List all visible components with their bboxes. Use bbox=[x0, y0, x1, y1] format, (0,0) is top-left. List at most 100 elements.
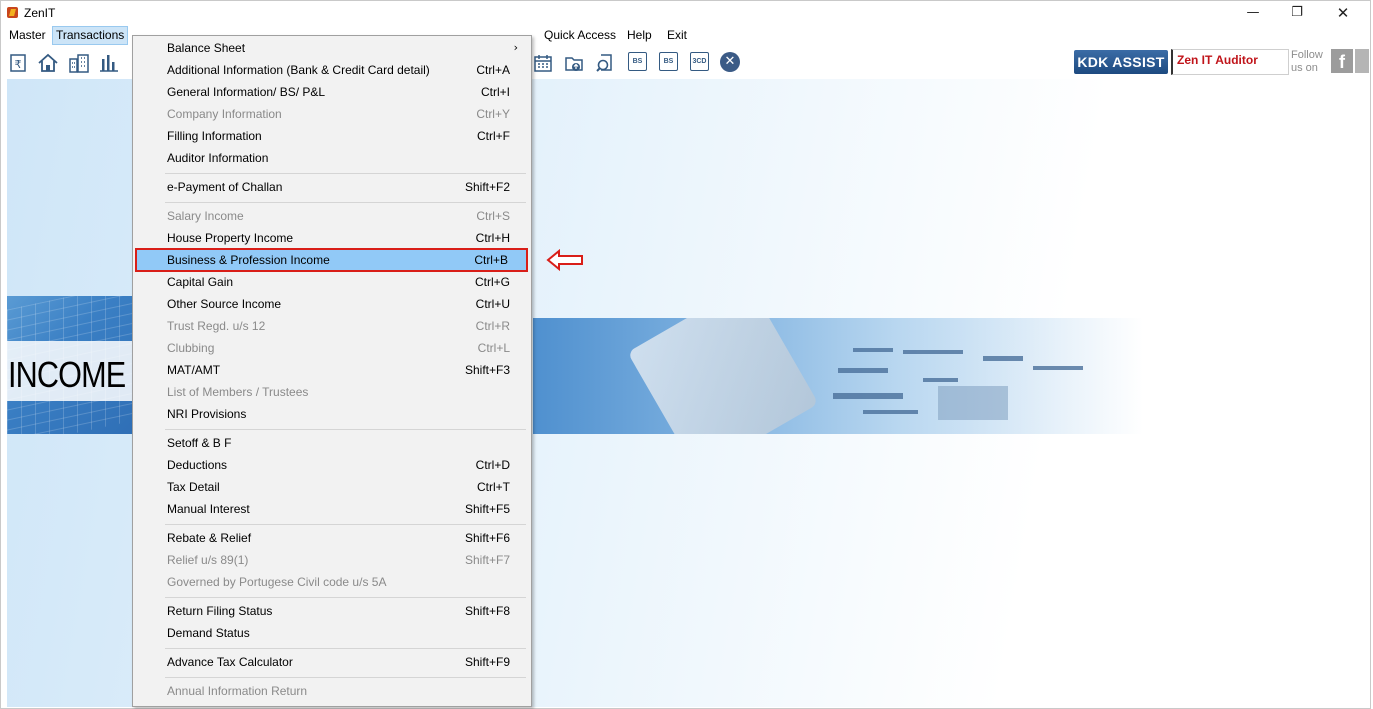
menu-item-rebate-relief[interactable]: Rebate & Relief Shift+F6 bbox=[135, 527, 528, 549]
menu-item-manual-interest[interactable]: Manual Interest Shift+F5 bbox=[135, 498, 528, 520]
form-3cd-icon[interactable]: 3CD bbox=[690, 52, 709, 71]
auditor-field[interactable]: Zen IT Auditor bbox=[1171, 49, 1289, 75]
banner-tax-image bbox=[533, 318, 1143, 434]
menu-item-label: Capital Gain bbox=[167, 275, 234, 289]
menu-item-label: Company Information bbox=[167, 107, 282, 121]
kdk-assist-button[interactable]: KDK ASSIST bbox=[1074, 50, 1168, 74]
menu-item-return-filing-status[interactable]: Return Filing Status Shift+F8 bbox=[135, 600, 528, 622]
menu-item-setoff-bf[interactable]: Setoff & B F bbox=[135, 432, 528, 454]
menu-item-shortcut: Ctrl+A bbox=[476, 63, 510, 77]
menu-item-deductions[interactable]: Deductions Ctrl+D bbox=[135, 454, 528, 476]
menu-item-label: Salary Income bbox=[167, 209, 244, 223]
app-window: ZenIT — ❐ ✕ Master Transactions Quick Ac… bbox=[0, 0, 1371, 709]
minimize-icon[interactable]: — bbox=[1230, 1, 1276, 25]
menu-item-additional-information[interactable]: Additional Information (Bank & Credit Ca… bbox=[135, 59, 528, 81]
menu-item-label: Manual Interest bbox=[167, 502, 250, 516]
menu-item-portugese-civil-code: Governed by Portugese Civil code u/s 5A bbox=[135, 571, 528, 593]
menu-item-label: Relief u/s 89(1) bbox=[167, 553, 249, 567]
bs-icon[interactable]: BS bbox=[628, 52, 647, 71]
follow-line-1: Follow bbox=[1291, 49, 1323, 61]
follow-line-2: us on bbox=[1291, 62, 1318, 74]
menu-item-label: NRI Provisions bbox=[167, 407, 247, 421]
menu-item-shortcut: Shift+F5 bbox=[464, 502, 510, 516]
menu-item-business-profession-income[interactable]: Business & Profession Income Ctrl+B bbox=[135, 248, 528, 272]
menu-item-label: Balance Sheet bbox=[167, 41, 246, 55]
menu-item-label: Auditor Information bbox=[167, 151, 269, 165]
menu-item-shortcut: Ctrl+F bbox=[477, 129, 510, 143]
menu-item-shortcut: Shift+F7 bbox=[464, 553, 510, 567]
menu-item-shortcut: Shift+F2 bbox=[464, 180, 510, 194]
menu-transactions[interactable]: Transactions bbox=[52, 26, 129, 45]
menu-item-label: Trust Regd. u/s 12 bbox=[167, 319, 266, 333]
menu-item-other-source-income[interactable]: Other Source Income Ctrl+U bbox=[135, 293, 528, 315]
menu-item-shortcut: Ctrl+L bbox=[477, 341, 510, 355]
menu-item-label: Governed by Portugese Civil code u/s 5A bbox=[167, 575, 387, 589]
menu-item-label: Return Filing Status bbox=[167, 604, 273, 618]
bs-schedule-icon[interactable]: BS bbox=[659, 52, 678, 71]
close-icon[interactable]: ✕ bbox=[1320, 1, 1366, 25]
menu-separator bbox=[165, 173, 526, 174]
menu-item-clubbing: Clubbing Ctrl+L bbox=[135, 337, 528, 359]
calendar-icon[interactable] bbox=[533, 53, 553, 73]
menu-item-label: Demand Status bbox=[167, 626, 250, 640]
rupee-document-icon[interactable]: ₹ bbox=[8, 53, 28, 73]
building-icon[interactable] bbox=[68, 53, 89, 73]
menu-item-house-property-income[interactable]: House Property Income Ctrl+H bbox=[135, 227, 528, 249]
chevron-right-icon: › bbox=[513, 41, 518, 54]
svg-text:₹: ₹ bbox=[15, 58, 22, 71]
menu-master[interactable]: Master bbox=[6, 26, 49, 45]
annotation-arrow-icon bbox=[546, 248, 584, 272]
menu-item-shortcut: Ctrl+R bbox=[475, 319, 510, 333]
menu-item-shortcut: Shift+F3 bbox=[464, 363, 510, 377]
follow-us-text: Follow us on bbox=[1291, 49, 1323, 75]
menu-separator bbox=[165, 648, 526, 649]
menu-separator bbox=[165, 597, 526, 598]
menu-item-label: e-Payment of Challan bbox=[167, 180, 283, 194]
close-circle-icon[interactable]: ✕ bbox=[720, 52, 740, 72]
menu-quick-access[interactable]: Quick Access bbox=[541, 26, 619, 45]
menu-item-shortcut: Ctrl+B bbox=[474, 253, 508, 267]
calculator-keys-image bbox=[627, 318, 819, 434]
menu-item-tax-detail[interactable]: Tax Detail Ctrl+T bbox=[135, 476, 528, 498]
menu-item-label: Rebate & Relief bbox=[167, 531, 252, 545]
banner-title: INCOME bbox=[8, 354, 126, 395]
menu-item-label: General Information/ BS/ P&L bbox=[167, 85, 326, 99]
menu-item-shortcut: Ctrl+U bbox=[475, 297, 510, 311]
home-icon[interactable] bbox=[37, 53, 58, 73]
menu-item-e-payment-of-challan[interactable]: e-Payment of Challan Shift+F2 bbox=[135, 176, 528, 198]
menu-item-label: Setoff & B F bbox=[167, 436, 232, 450]
menu-item-shortcut: Shift+F8 bbox=[464, 604, 510, 618]
menu-item-label: List of Members / Trustees bbox=[167, 385, 309, 399]
menu-item-balance-sheet[interactable]: Balance Sheet › bbox=[135, 37, 528, 59]
menu-item-label: Additional Information (Bank & Credit Ca… bbox=[167, 63, 430, 77]
menu-item-shortcut: Ctrl+H bbox=[475, 231, 510, 245]
app-logo-icon bbox=[7, 7, 18, 18]
menu-item-shortcut: Ctrl+G bbox=[474, 275, 510, 289]
menu-item-shortcut: Ctrl+I bbox=[480, 85, 510, 99]
menu-item-company-information: Company Information Ctrl+Y bbox=[135, 103, 528, 125]
menu-item-filling-information[interactable]: Filling Information Ctrl+F bbox=[135, 125, 528, 147]
menu-item-nri-provisions[interactable]: NRI Provisions bbox=[135, 403, 528, 425]
facebook-icon[interactable]: f bbox=[1331, 49, 1353, 73]
menu-item-general-information[interactable]: General Information/ BS/ P&L Ctrl+I bbox=[135, 81, 528, 103]
menu-item-mat-amt[interactable]: MAT/AMT Shift+F3 bbox=[135, 359, 528, 381]
menu-item-auditor-information[interactable]: Auditor Information bbox=[135, 147, 528, 169]
menu-help[interactable]: Help bbox=[624, 26, 655, 45]
menu-item-label: House Property Income bbox=[167, 231, 294, 245]
menu-item-shortcut: Shift+F9 bbox=[464, 655, 510, 669]
menu-item-capital-gain[interactable]: Capital Gain Ctrl+G bbox=[135, 271, 528, 293]
menu-item-advance-tax-calculator[interactable]: Advance Tax Calculator Shift+F9 bbox=[135, 651, 528, 673]
folder-upload-icon[interactable] bbox=[564, 53, 584, 73]
menu-item-label: Deductions bbox=[167, 458, 228, 472]
search-document-icon[interactable] bbox=[595, 53, 615, 73]
menu-item-label: Business & Profession Income bbox=[167, 253, 330, 267]
menu-item-label: Clubbing bbox=[167, 341, 215, 355]
menu-item-shortcut: Ctrl+T bbox=[477, 480, 510, 494]
social-icon[interactable] bbox=[1355, 49, 1369, 73]
restore-icon[interactable]: ❐ bbox=[1274, 1, 1320, 25]
menu-item-demand-status[interactable]: Demand Status bbox=[135, 622, 528, 644]
menu-separator bbox=[165, 202, 526, 203]
bar-chart-icon[interactable] bbox=[98, 53, 118, 73]
menu-separator bbox=[165, 524, 526, 525]
menu-exit[interactable]: Exit bbox=[664, 26, 690, 45]
